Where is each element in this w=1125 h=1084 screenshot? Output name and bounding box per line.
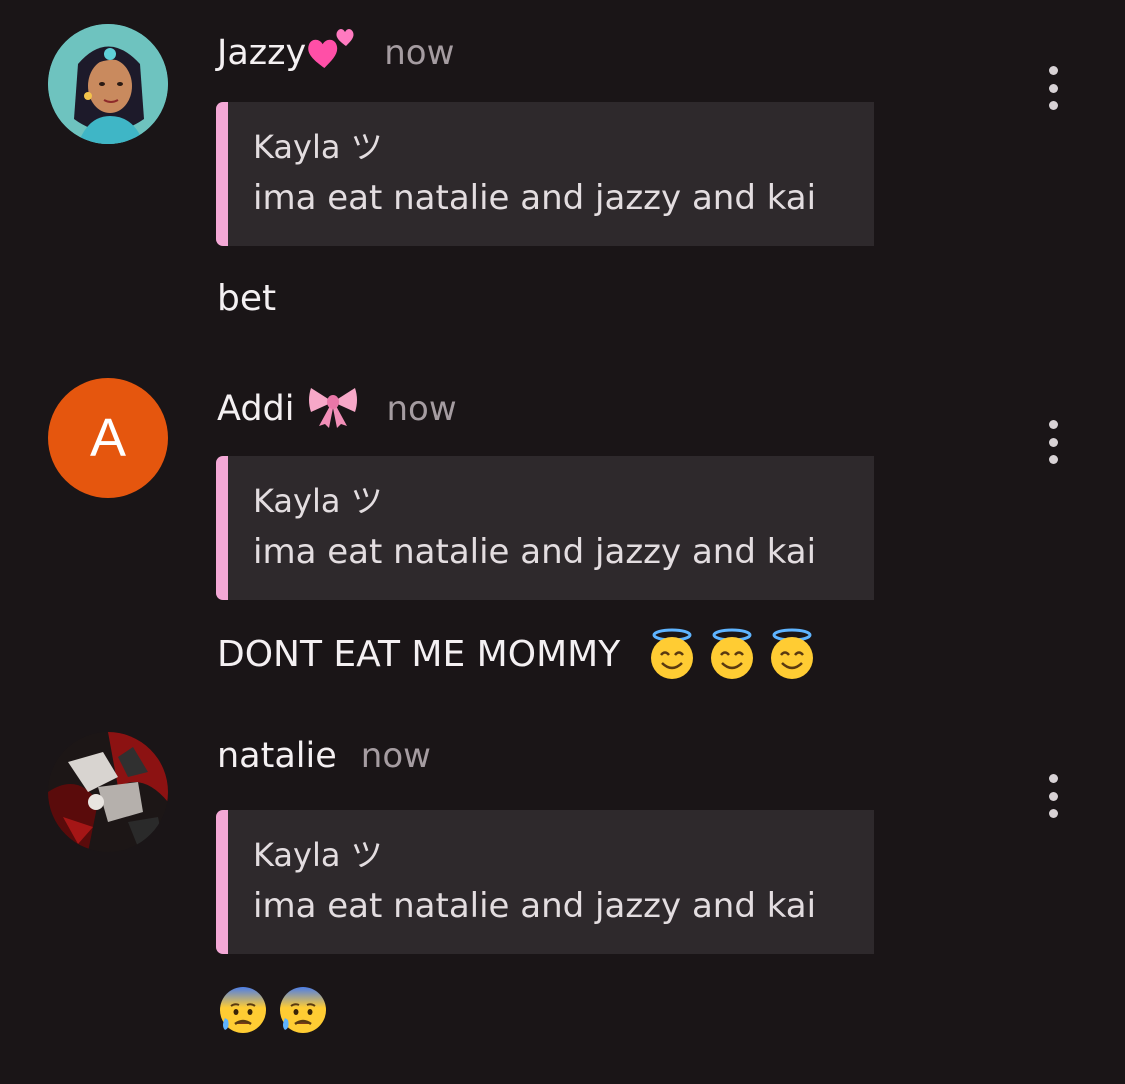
quote-accent-bar: [216, 102, 228, 246]
anxious-face-with-sweat-icon: [277, 984, 329, 1036]
message-text-content: DONT EAT ME MOMMY: [217, 633, 621, 675]
reply-quote[interactable]: Kayla ツ ima eat natalie and jazzy and ka…: [216, 102, 874, 246]
more-options-icon[interactable]: [1040, 66, 1066, 110]
avatar-natalie[interactable]: [48, 732, 168, 852]
timestamp: now: [384, 33, 455, 73]
smiling-face-with-halo-icon: [646, 628, 698, 680]
quote-author: Kayla ツ: [253, 128, 383, 166]
more-options-icon[interactable]: [1040, 774, 1066, 818]
quote-accent-bar: [216, 810, 228, 954]
quote-text: ima eat natalie and jazzy and kai: [253, 178, 817, 218]
reply-quote[interactable]: Kayla ツ ima eat natalie and jazzy and ka…: [216, 456, 874, 600]
quote-text: ima eat natalie and jazzy and kai: [253, 532, 817, 572]
anxious-face-with-sweat-icon: [217, 984, 269, 1036]
quote-author: Kayla ツ: [253, 482, 383, 520]
message-jazzy[interactable]: Jazzy now Kayla ツ ima eat natalie and ja…: [0, 0, 1125, 340]
message-addi[interactable]: A Addi now Kayla ツ ima eat natalie and j…: [0, 354, 1125, 694]
timestamp: now: [386, 389, 457, 429]
message-text: bet: [217, 278, 276, 319]
two-hearts-icon: [308, 28, 356, 73]
timestamp: now: [360, 736, 431, 776]
author-name[interactable]: Addi: [217, 389, 295, 429]
message-text: [217, 984, 329, 1036]
message-natalie[interactable]: natalie now Kayla ツ ima eat natalie and …: [0, 708, 1125, 1068]
smiling-face-with-halo-icon: [706, 628, 758, 680]
avatar-letter: A: [89, 408, 127, 468]
quote-text: ima eat natalie and jazzy and kai: [253, 886, 817, 926]
author-name[interactable]: natalie: [217, 736, 337, 776]
more-options-icon[interactable]: [1040, 420, 1066, 464]
ribbon-icon: [307, 382, 359, 429]
message-header: Jazzy now: [217, 28, 454, 73]
quote-accent-bar: [216, 456, 228, 600]
avatar-addi[interactable]: A: [48, 378, 168, 498]
message-header: Addi now: [217, 382, 457, 429]
message-text: DONT EAT ME MOMMY: [217, 628, 818, 680]
reply-quote[interactable]: Kayla ツ ima eat natalie and jazzy and ka…: [216, 810, 874, 954]
message-header: natalie now: [217, 736, 431, 776]
smiling-face-with-halo-icon: [766, 628, 818, 680]
avatar-jazzy[interactable]: [48, 24, 168, 144]
message-text-content: bet: [217, 278, 277, 319]
quote-author: Kayla ツ: [253, 836, 383, 874]
author-name[interactable]: Jazzy: [217, 33, 306, 73]
